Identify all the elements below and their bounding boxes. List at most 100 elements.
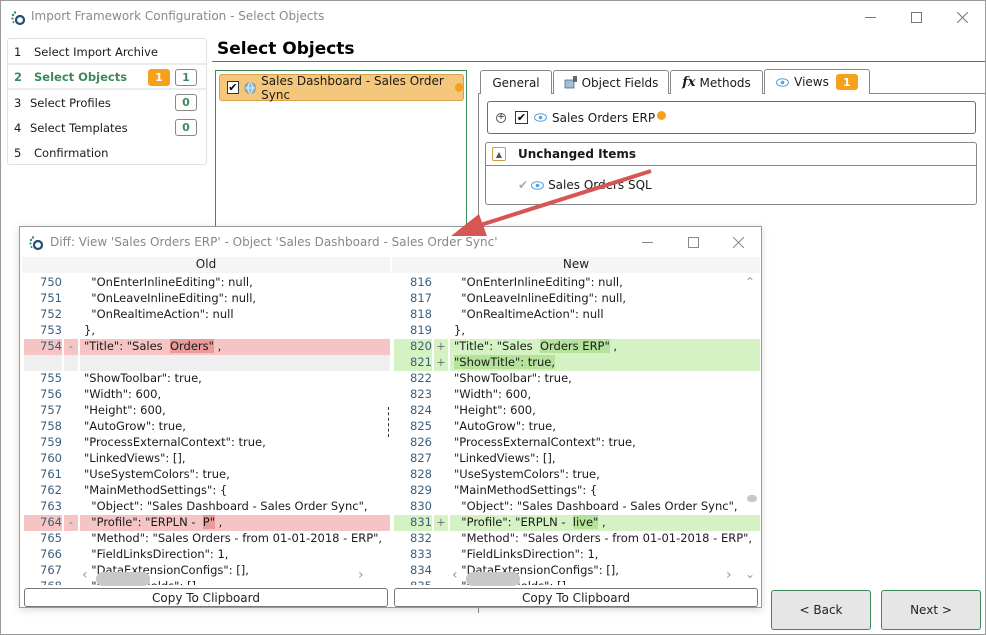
scroll-left-icon[interactable]: ‹ [452, 567, 458, 583]
line-number: 765 [40, 531, 62, 545]
count-badge: 0 [175, 94, 197, 111]
view-checkbox[interactable]: ✔ [515, 111, 528, 124]
maximize-icon [687, 236, 699, 248]
minimize-button[interactable] [847, 1, 893, 33]
view-label: Sales Orders ERP [552, 110, 656, 125]
code-text: "MainMethodSettings": { [84, 483, 228, 497]
tab-object-fields[interactable]: Object Fields [553, 70, 669, 94]
code-text: "OnRealtimeAction": null [84, 307, 234, 321]
minimize-icon [864, 16, 876, 18]
view-item-changed[interactable]: + ✔ Sales Orders ERP [487, 101, 976, 134]
scroll-left-icon[interactable]: ‹ [82, 567, 88, 583]
minimize-icon [641, 241, 653, 243]
tab-label: General [492, 75, 540, 90]
diff-line: 835 "ContextFields": [] [394, 579, 760, 585]
diff-line-deleted: 764- "Profile": "ERPLN - P" , [24, 515, 390, 531]
diff-line-placeholder [24, 355, 390, 371]
object-list: ✔ Sales Dashboard - Sales Order Sync [215, 70, 467, 240]
step-confirmation[interactable]: 5 Confirmation [8, 140, 206, 165]
old-hscroll-thumb[interactable] [96, 572, 150, 586]
code-text: "OnLeaveInlineEditing": null, [84, 291, 257, 305]
pane-splitter[interactable] [388, 407, 389, 437]
scroll-right-icon[interactable]: › [726, 567, 732, 583]
line-number: 754 [40, 339, 62, 353]
line-number: 831 [410, 515, 432, 529]
tab-label: Methods [699, 75, 751, 90]
scroll-right-icon[interactable]: › [358, 567, 364, 583]
line-number: 818 [410, 307, 432, 321]
app-logo-icon [29, 236, 44, 251]
step-select-profiles[interactable]: 3 Select Profiles 0 [8, 90, 206, 115]
diff-line: 830 "Object": "Sales Dashboard - Sales O… [394, 499, 760, 515]
line-number: 830 [410, 499, 432, 513]
next-button[interactable]: Next > [881, 590, 981, 630]
object-checkbox[interactable]: ✔ [227, 81, 239, 94]
code-text: "FieldLinksDirection": 1, [454, 547, 599, 561]
tab-methods[interactable]: fx Methods [670, 70, 763, 94]
line-number: 821 [410, 355, 432, 369]
diff-line: 756 "Width": 600, [24, 387, 390, 403]
changed-text: P" [202, 515, 216, 529]
diff-maximize-button[interactable] [670, 227, 716, 257]
code-text: "Width": 600, [84, 387, 162, 401]
scroll-down-icon[interactable]: ⌄ [745, 567, 755, 581]
expand-icon[interactable]: + [496, 112, 506, 123]
line-number: 764 [40, 515, 62, 529]
views-badge: 1 [835, 74, 858, 90]
diff-line: 818 "OnRealtimeAction": null [394, 307, 760, 323]
back-button[interactable]: < Back [771, 590, 871, 630]
diff-line: 758 "AutoGrow": true, [24, 419, 390, 435]
line-number: 834 [410, 563, 432, 577]
diff-line: 832 "Method": "Sales Orders - from 01-01… [394, 531, 760, 547]
code-text: "FieldLinksDirection": 1, [84, 547, 229, 561]
diff-line: 826 "ProcessExternalContext": true, [394, 435, 760, 451]
unchanged-items-header[interactable]: ▲ Unchanged Items [486, 143, 976, 166]
new-pane: 816 "OnEnterInlineEditing": null, 817 "On… [394, 275, 760, 585]
line-number: 819 [410, 323, 432, 337]
code-text: "AutoGrow": true, [454, 419, 556, 433]
step-select-objects[interactable]: 2 Select Objects 1 1 [8, 63, 206, 90]
diff-line: 829 "MainMethodSettings": { [394, 483, 760, 499]
change-marker: + [436, 355, 446, 369]
diff-minimize-button[interactable] [624, 227, 670, 257]
object-item[interactable]: ✔ Sales Dashboard - Sales Order Sync [219, 73, 464, 102]
scroll-up-icon[interactable]: ⌃ [745, 275, 755, 289]
step-select-import-archive[interactable]: 1 Select Import Archive [8, 39, 206, 64]
diff-title: Diff: View 'Sales Orders ERP' - Object '… [50, 235, 498, 249]
view-label: Sales Orders SQL [548, 178, 652, 192]
tab-general[interactable]: General [480, 70, 552, 94]
diff-line: 762 "MainMethodSettings": { [24, 483, 390, 499]
line-number: 759 [40, 435, 62, 449]
step-label: Select Templates [30, 120, 128, 135]
new-hscroll-thumb[interactable] [466, 572, 520, 586]
copy-new-button[interactable]: Copy To Clipboard [394, 588, 758, 607]
diff-line: 768 "ContextFields": [] [24, 579, 390, 585]
diff-line: 761 "UseSystemColors": true, [24, 467, 390, 483]
diff-line: 822 "ShowToolbar": true, [394, 371, 760, 387]
step-select-templates[interactable]: 4 Select Templates 0 [8, 115, 206, 140]
diff-line: 752 "OnRealtimeAction": null [24, 307, 390, 323]
line-number: 755 [40, 371, 62, 385]
code-text: "Object": "Sales Dashboard - Sales Order… [454, 499, 738, 513]
line-number: 757 [40, 403, 62, 417]
code-text: }, [454, 323, 465, 337]
diff-close-button[interactable] [715, 227, 761, 257]
step-label: Confirmation [34, 145, 109, 160]
diff-line: 755 "ShowToolbar": true, [24, 371, 390, 387]
tab-views[interactable]: Views 1 [764, 69, 870, 94]
collapse-icon[interactable]: ▲ [492, 147, 506, 161]
line-number: 766 [40, 547, 62, 561]
copy-old-button[interactable]: Copy To Clipboard [24, 588, 388, 607]
view-item-unchanged[interactable]: ✔ Sales Orders SQL [486, 166, 976, 204]
line-number: 826 [410, 435, 432, 449]
selected-count-badge: 1 [175, 69, 197, 86]
diff-line: 759 "ProcessExternalContext": true, [24, 435, 390, 451]
maximize-button[interactable] [893, 1, 939, 33]
vscroll-thumb[interactable] [747, 495, 757, 502]
object-label: Sales Dashboard - Sales Order Sync [261, 73, 444, 102]
close-button[interactable] [939, 1, 985, 33]
line-number: 816 [410, 275, 432, 289]
code-text: "MainMethodSettings": { [454, 483, 598, 497]
code-text: "OnRealtimeAction": null [454, 307, 604, 321]
diff-line: 753}, [24, 323, 390, 339]
